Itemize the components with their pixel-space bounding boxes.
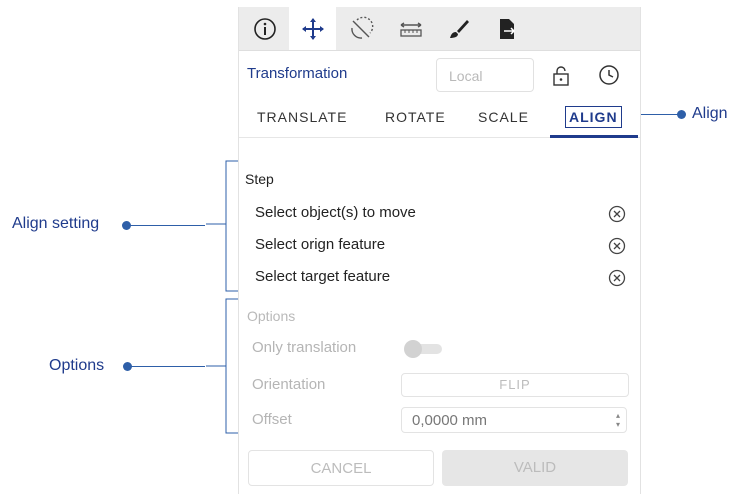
panel-title: Transformation (247, 65, 348, 82)
options-title: Options (247, 308, 296, 324)
tab-align[interactable]: ALIGN (565, 106, 622, 128)
move-icon (301, 17, 324, 40)
annotation-align: Align (692, 105, 728, 122)
step-title: Step (245, 171, 274, 187)
step-select-origin[interactable]: Select orign feature (255, 236, 385, 253)
toggle-knob (404, 340, 422, 358)
flip-button[interactable]: FLIP (401, 373, 629, 397)
only-translation-label: Only translation (252, 339, 357, 356)
top-toolbar (239, 7, 640, 51)
offset-stepper[interactable]: ▴ ▾ (616, 411, 620, 429)
tab-bar: TRANSLATE ROTATE SCALE ALIGN (239, 103, 640, 133)
offset-field[interactable]: 0,0000 mm ▴ ▾ (401, 407, 627, 433)
tool-export[interactable] (483, 7, 530, 50)
active-tab-indicator (550, 135, 638, 138)
clear-origin-icon[interactable] (608, 237, 626, 255)
info-icon (253, 17, 276, 40)
tool-info[interactable] (241, 7, 288, 50)
annotation-dot-align (677, 110, 686, 119)
export-icon (499, 18, 515, 39)
lock-icon[interactable] (550, 65, 572, 87)
valid-button[interactable]: VALID (442, 450, 628, 486)
transformation-panel: Transformation Local TRANSLATE ROTATE SC… (238, 7, 641, 494)
tab-rotate[interactable]: ROTATE (385, 103, 446, 131)
frame-select[interactable]: Local (436, 58, 534, 92)
tool-rotate[interactable] (337, 7, 384, 50)
step-select-objects[interactable]: Select object(s) to move (255, 204, 416, 221)
offset-label: Offset (252, 411, 292, 428)
tool-measure[interactable] (387, 7, 434, 50)
annotation-options: Options (49, 357, 105, 374)
clear-target-icon[interactable] (608, 269, 626, 287)
tool-brush[interactable] (435, 7, 482, 50)
bracket-options (206, 298, 238, 434)
cancel-button[interactable]: CANCEL (248, 450, 434, 486)
clock-icon[interactable] (597, 63, 621, 87)
brush-icon (449, 19, 469, 38)
tool-move[interactable] (289, 7, 336, 50)
measure-icon (399, 21, 422, 37)
annotation-line-options (131, 366, 205, 367)
bracket-align-setting (206, 160, 238, 292)
annotation-align-setting: Align setting (12, 215, 100, 232)
rotate-icon (350, 16, 373, 39)
only-translation-toggle[interactable] (404, 340, 444, 358)
tab-scale[interactable]: SCALE (478, 103, 529, 131)
clear-objects-icon[interactable] (608, 205, 626, 223)
annotation-line-align-setting (130, 225, 205, 226)
offset-value: 0,0000 mm (412, 412, 488, 429)
step-select-target[interactable]: Select target feature (255, 268, 390, 285)
tab-translate[interactable]: TRANSLATE (257, 103, 347, 131)
orientation-label: Orientation (252, 376, 326, 393)
